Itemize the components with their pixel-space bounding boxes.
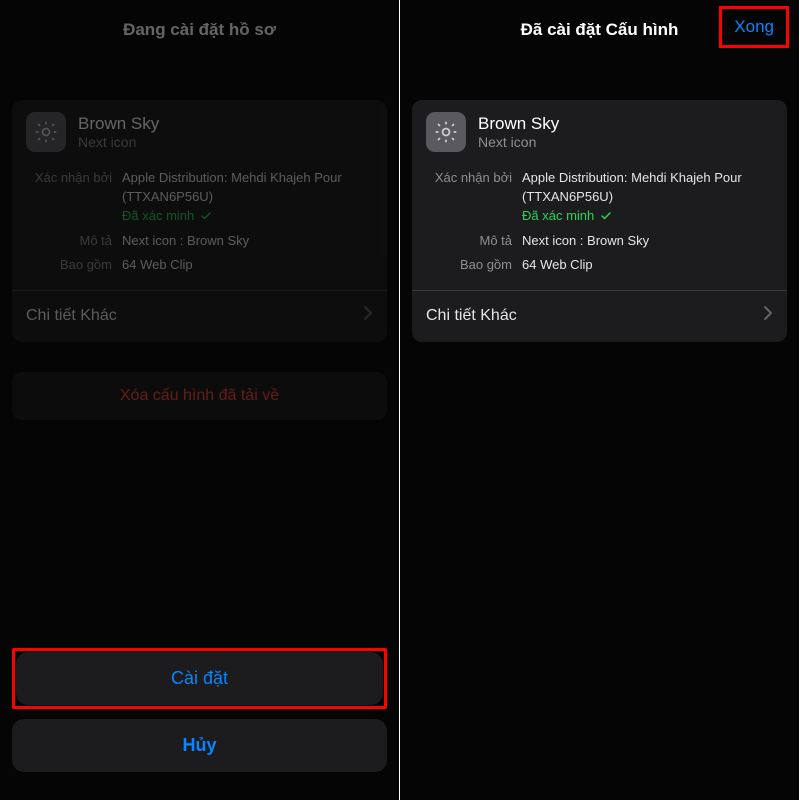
contains-label: Bao gồm <box>426 256 512 275</box>
highlight-install: Cài đặt <box>12 648 387 709</box>
more-details-label: Chi tiết Khác <box>426 307 517 325</box>
signed-by-label: Xác nhận bởi <box>426 169 512 188</box>
profile-name: Brown Sky <box>478 113 559 134</box>
profile-info: Xác nhận bởi Apple Distribution: Mehdi K… <box>12 164 387 290</box>
description-label: Mô tả <box>426 232 512 251</box>
nav-title: Đã cài đặt Cấu hình <box>521 20 679 40</box>
profile-header: Brown Sky Next icon <box>412 100 787 164</box>
profile-name: Brown Sky <box>78 113 159 134</box>
more-details-row[interactable]: Chi tiết Khác <box>412 290 787 342</box>
description-value: Next icon : Brown Sky <box>522 232 773 251</box>
gear-icon <box>26 112 66 152</box>
contains-value: 64 Web Clip <box>522 256 773 275</box>
nav-bar: Đang cài đặt hồ sơ <box>0 0 399 60</box>
chevron-right-icon <box>363 305 373 326</box>
contains-label: Bao gồm <box>26 256 112 275</box>
more-details-label: Chi tiết Khác <box>26 307 117 325</box>
profile-info: Xác nhận bởi Apple Distribution: Mehdi K… <box>412 164 787 290</box>
nav-bar: Đã cài đặt Cấu hình Xong <box>400 0 799 60</box>
screen-installed: Đã cài đặt Cấu hình Xong Brown Sky Next … <box>400 0 800 800</box>
remove-profile-button[interactable]: Xóa cấu hình đã tải về <box>12 372 387 420</box>
profile-card: Brown Sky Next icon Xác nhận bởi Apple D… <box>12 100 387 342</box>
verified-badge: Đã xác minh <box>522 207 773 226</box>
verified-badge: Đã xác minh <box>122 207 373 226</box>
profile-card: Brown Sky Next icon Xác nhận bởi Apple D… <box>412 100 787 342</box>
screen-installing: Đang cài đặt hồ sơ Brown Sky Next icon X… <box>0 0 400 800</box>
chevron-right-icon <box>763 305 773 326</box>
signed-by-label: Xác nhận bởi <box>26 169 112 188</box>
gear-icon <box>426 112 466 152</box>
description-label: Mô tả <box>26 232 112 251</box>
contains-value: 64 Web Clip <box>122 256 373 275</box>
action-sheet: Cài đặt Hủy <box>12 648 387 772</box>
nav-title: Đang cài đặt hồ sơ <box>123 20 276 40</box>
profile-header: Brown Sky Next icon <box>12 100 387 164</box>
profile-subtitle: Next icon <box>78 134 159 152</box>
profile-subtitle: Next icon <box>478 134 559 152</box>
done-button[interactable]: Xong <box>719 6 789 48</box>
more-details-row[interactable]: Chi tiết Khác <box>12 290 387 342</box>
signed-by-value: Apple Distribution: Mehdi Khajeh Pour (T… <box>122 170 342 204</box>
cancel-button[interactable]: Hủy <box>12 719 387 772</box>
description-value: Next icon : Brown Sky <box>122 232 373 251</box>
install-button[interactable]: Cài đặt <box>16 652 383 705</box>
signed-by-value: Apple Distribution: Mehdi Khajeh Pour (T… <box>522 170 742 204</box>
